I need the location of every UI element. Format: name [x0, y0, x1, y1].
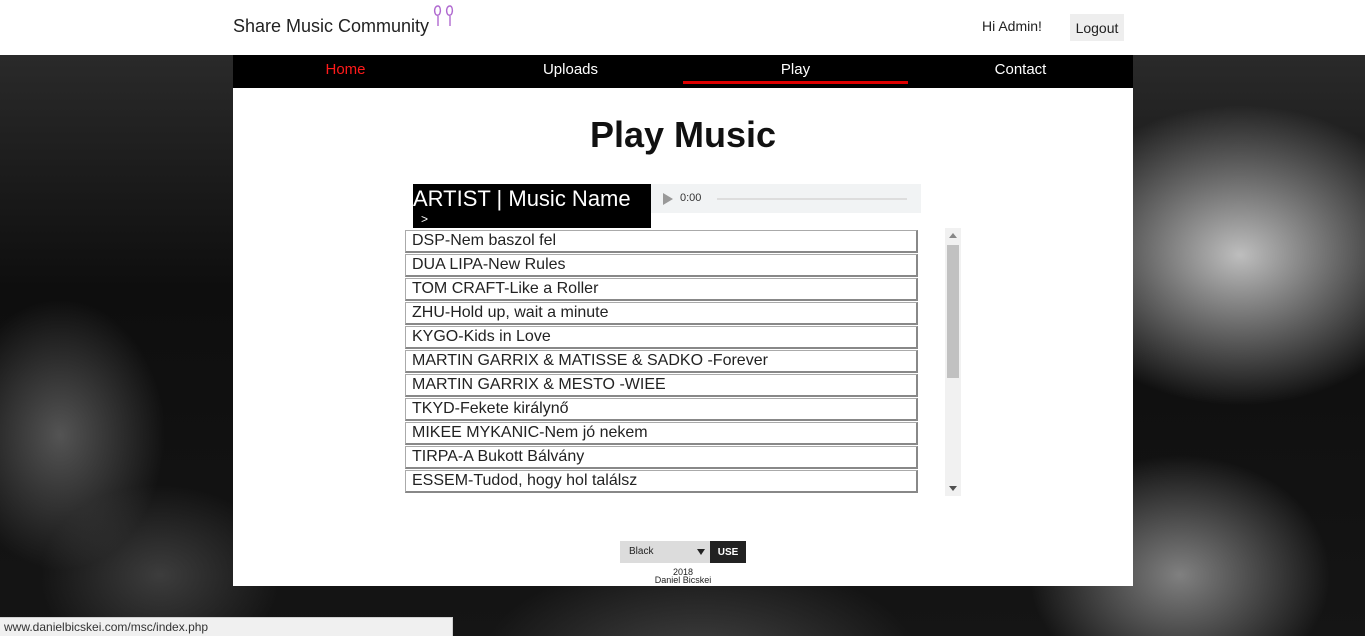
song-item[interactable]: DUA LIPA-New Rules — [405, 254, 918, 277]
song-item[interactable]: MARTIN GARRIX & MESTO -WIEE — [405, 374, 918, 397]
audio-progress-bar[interactable] — [717, 198, 907, 200]
user-greeting: Hi Admin! — [982, 18, 1042, 34]
song-item[interactable]: ESSEM-Tudod, hogy hol találsz — [405, 470, 918, 493]
song-list-scrollbar[interactable] — [945, 228, 961, 496]
nav-home[interactable]: Home — [233, 55, 458, 88]
song-item[interactable]: ZHU-Hold up, wait a minute — [405, 302, 918, 325]
chevron-down-icon — [697, 549, 705, 555]
scroll-up-icon[interactable] — [949, 233, 957, 238]
now-playing-title: ARTIST | Music Name — [413, 186, 631, 211]
audio-player: 0:00 — [651, 184, 921, 213]
logout-button[interactable]: Logout — [1070, 14, 1124, 41]
song-item[interactable]: TKYD-Fekete királynő — [405, 398, 918, 421]
song-item[interactable]: MARTIN GARRIX & MATISSE & SADKO -Forever — [405, 350, 918, 373]
song-list: DSP-Nem baszol fel DUA LIPA-New Rules TO… — [405, 228, 961, 496]
now-playing-arrow: > — [421, 212, 429, 226]
song-item[interactable]: KYGO-Kids in Love — [405, 326, 918, 349]
earphones-icon — [433, 5, 454, 26]
footer-author: Daniel Bicskei — [654, 575, 712, 585]
nav-contact[interactable]: Contact — [908, 55, 1133, 88]
play-icon[interactable] — [663, 193, 673, 205]
nav-uploads[interactable]: Uploads — [458, 55, 683, 88]
nav-play[interactable]: Play — [683, 55, 908, 88]
now-playing-banner: ARTIST | Music Name > — [413, 184, 651, 228]
scroll-thumb[interactable] — [947, 245, 959, 378]
song-item[interactable]: MIKEE MYKANIC-Nem jó nekem — [405, 422, 918, 445]
page-title: Play Music — [589, 114, 777, 155]
song-item[interactable]: TIRPA-A Bukott Bálvány — [405, 446, 918, 469]
top-header: Share Music Community Hi Admin! Logout — [0, 0, 1365, 55]
use-theme-button[interactable]: USE — [710, 541, 746, 563]
brand-title: Share Music Community — [233, 16, 430, 36]
audio-time: 0:00 — [680, 192, 702, 204]
theme-select-value: Black — [629, 546, 654, 557]
content-panel: Play Music ARTIST | Music Name > 0:00 DS… — [233, 88, 1133, 586]
scroll-down-icon[interactable] — [949, 486, 957, 491]
song-item[interactable]: TOM CRAFT-Like a Roller — [405, 278, 918, 301]
main-nav: Home Uploads Play Contact — [233, 55, 1133, 88]
theme-select[interactable]: Black — [620, 541, 710, 563]
song-item[interactable]: DSP-Nem baszol fel — [405, 230, 918, 253]
browser-status-bar: www.danielbicskei.com/msc/index.php — [0, 617, 453, 636]
